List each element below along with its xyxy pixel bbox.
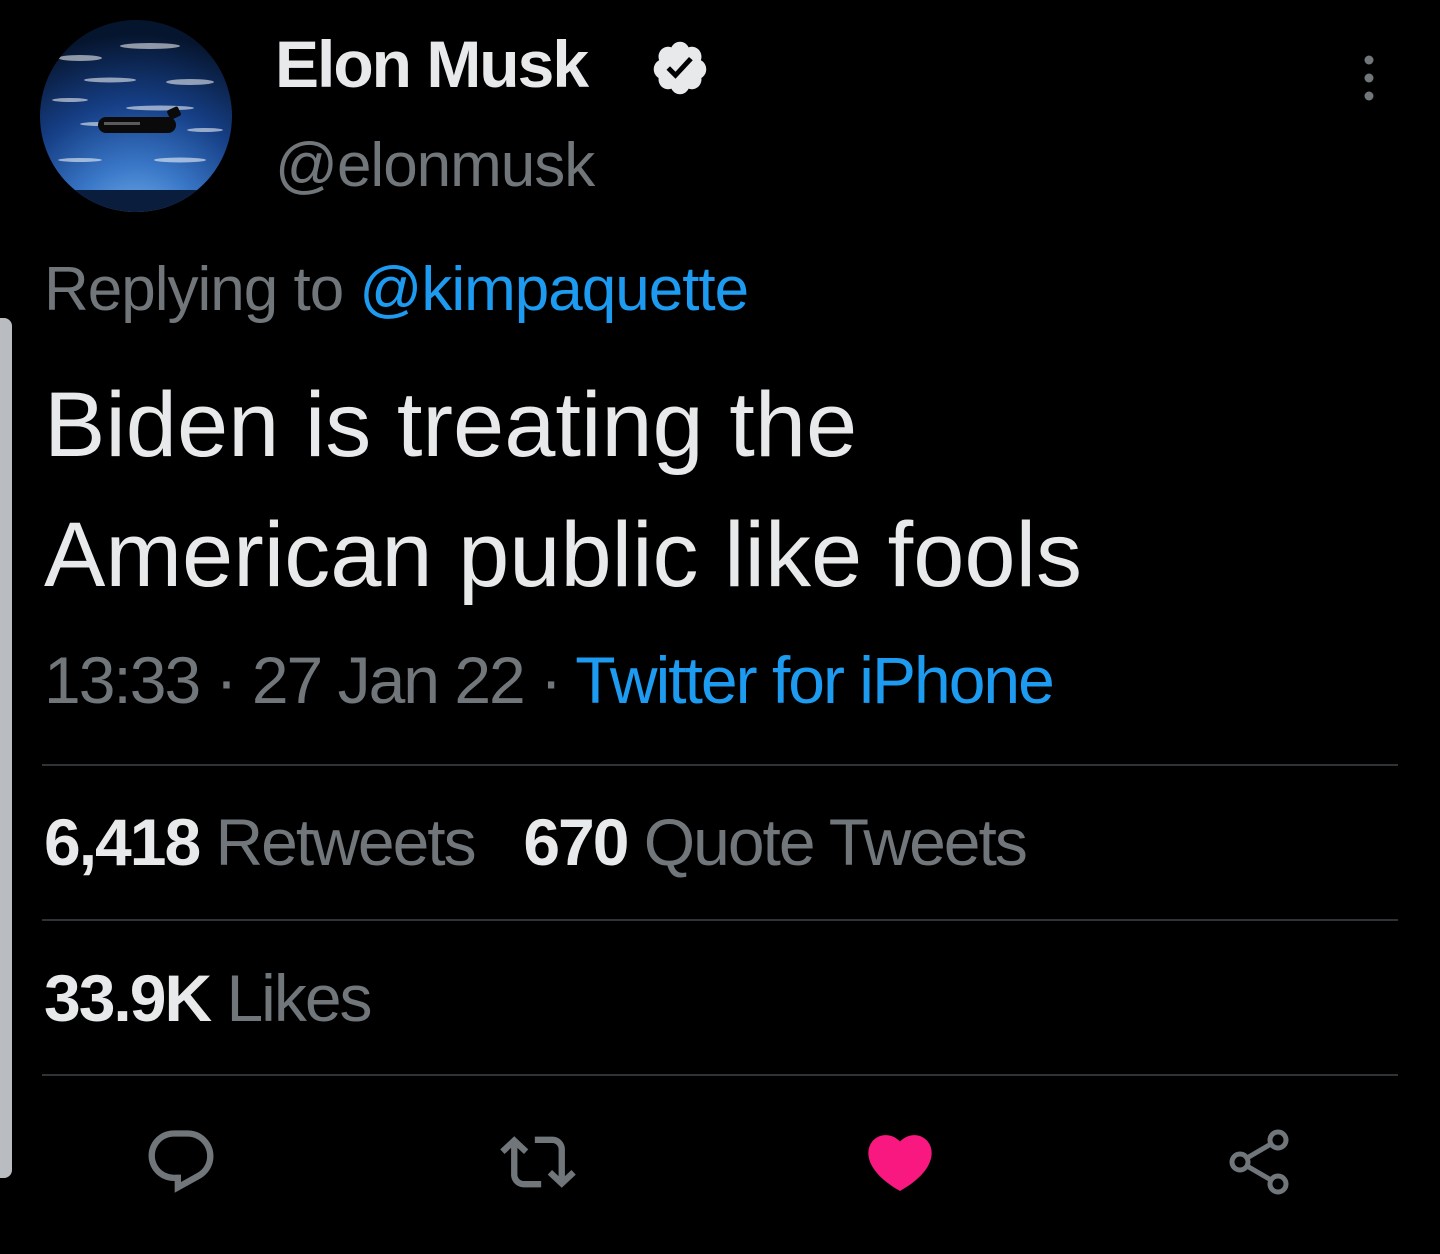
meta-separator: · <box>540 643 562 717</box>
replying-to: Replying to @kimpaquette <box>44 250 749 330</box>
tweet-text-line: American public like fools <box>44 504 1083 606</box>
share-icon[interactable] <box>1222 1124 1298 1200</box>
likes-label: Likes <box>226 961 372 1035</box>
retweets-label: Retweets <box>215 805 477 879</box>
divider <box>42 1074 1398 1076</box>
tweet-source-link[interactable]: Twitter for iPhone <box>575 643 1055 717</box>
heart-icon[interactable] <box>862 1124 938 1200</box>
divider <box>42 919 1398 921</box>
quote-tweets-stat[interactable]: 670 Quote Tweets <box>523 805 1028 879</box>
quote-tweets-count: 670 <box>523 805 629 879</box>
replying-to-label: Replying to <box>44 255 344 324</box>
reply-mention-link[interactable]: @kimpaquette <box>359 255 749 324</box>
retweet-icon[interactable] <box>500 1124 576 1200</box>
scrollbar[interactable] <box>0 318 12 1178</box>
meta-separator: · <box>215 643 238 717</box>
reply-icon[interactable] <box>143 1124 219 1200</box>
retweets-count: 6,418 <box>44 805 201 879</box>
likes-stat[interactable]: 33.9K Likes <box>44 958 373 1038</box>
quote-tweets-label: Quote Tweets <box>643 805 1028 879</box>
more-vertical-icon[interactable] <box>1352 52 1386 104</box>
avatar-image <box>40 43 232 212</box>
tweet-meta: 13:33 · 27 Jan 22 · Twitter for iPhone <box>44 640 1055 720</box>
engagement-stats-row: 6,418 Retweets 670 Quote Tweets <box>44 802 1028 882</box>
avatar[interactable] <box>40 20 232 212</box>
author-handle[interactable]: @elonmusk <box>275 126 595 206</box>
tweet-time[interactable]: 13:33 <box>44 643 201 717</box>
divider <box>42 764 1398 766</box>
author-display-name[interactable]: Elon Musk <box>275 24 589 104</box>
tweet-date[interactable]: 27 Jan 22 <box>252 643 526 717</box>
verified-badge-icon <box>653 41 707 95</box>
tweet-text: Biden is treating the American public li… <box>44 360 1384 620</box>
likes-count: 33.9K <box>44 961 212 1035</box>
tweet-text-line: Biden is treating the <box>44 374 858 476</box>
retweets-stat[interactable]: 6,418 Retweets <box>44 805 491 879</box>
